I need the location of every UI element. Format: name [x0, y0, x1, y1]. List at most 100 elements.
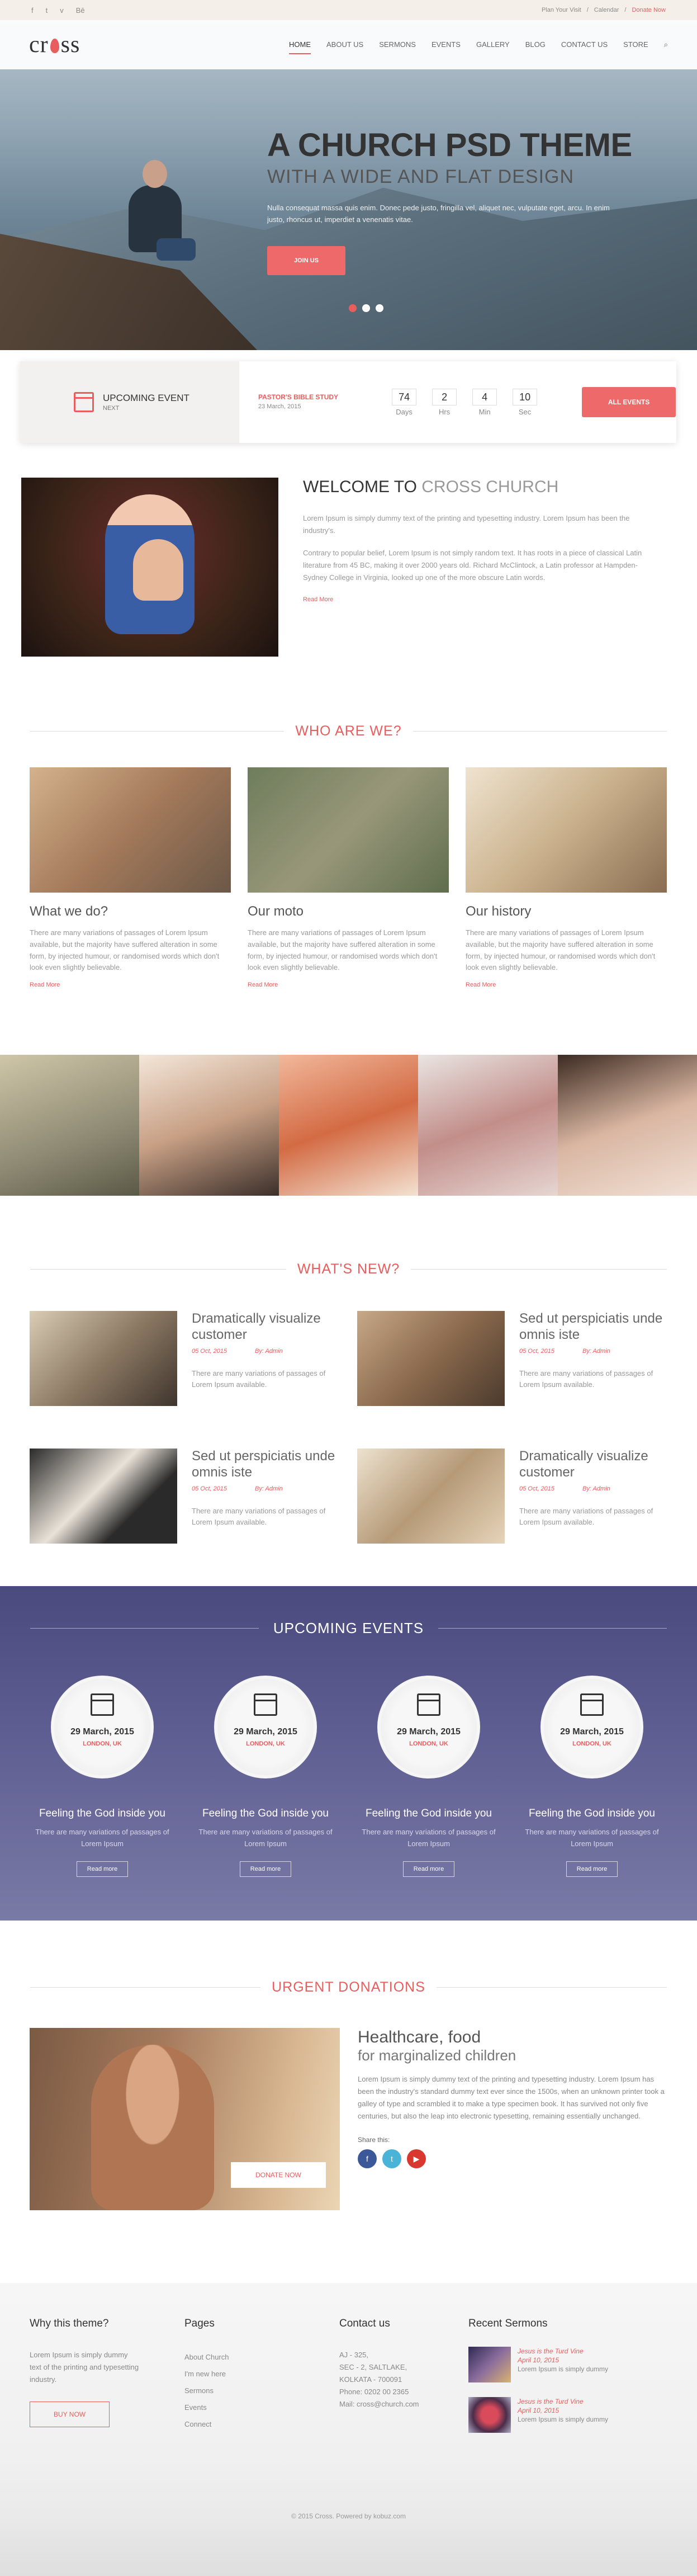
news-image[interactable]: [357, 1449, 505, 1544]
event-date-circle: 29 March, 2015 LONDON, UK: [51, 1676, 154, 1778]
nav-events[interactable]: EVENTS: [432, 36, 461, 54]
nav-home[interactable]: HOME: [289, 36, 311, 54]
news-image[interactable]: [30, 1311, 177, 1406]
footer-link[interactable]: Sermons: [184, 2382, 285, 2399]
top-bar: f t v Bē Plan Your Visit / Calendar / Do…: [0, 0, 697, 20]
nav-store[interactable]: STORE: [623, 36, 648, 54]
calendar-icon: [417, 1693, 440, 1716]
welcome-intro: Lorem Ipsum is simply dummy text of the …: [303, 514, 630, 535]
slider-dots: [349, 304, 383, 312]
slider-dot[interactable]: [376, 304, 383, 312]
footer-link[interactable]: I'm new here: [184, 2366, 285, 2382]
footer-heading: Pages: [184, 2318, 215, 2329]
photo-gallery-strip: [0, 1055, 697, 1196]
footer-link[interactable]: About Church: [184, 2349, 285, 2366]
welcome-read-more[interactable]: Read More: [303, 596, 661, 603]
news-date: 05 Oct, 2015: [192, 1347, 227, 1355]
read-more-link[interactable]: Read More: [30, 982, 231, 988]
countdown-days: 74 Days: [392, 388, 417, 416]
donate-link[interactable]: Donate Now: [632, 7, 666, 13]
countdown: 74 Days 2 Hrs 4 Min 10 Sec: [392, 388, 538, 416]
welcome-section: WELCOME TO CROSS CHURCH Lorem Ipsum is s…: [0, 478, 697, 657]
news-author[interactable]: By: Admin: [255, 1485, 283, 1492]
email[interactable]: Mail: cross@church.com: [339, 2400, 419, 2408]
gallery-photo[interactable]: [0, 1055, 140, 1196]
plan-visit-link[interactable]: Plan Your Visit: [542, 7, 581, 13]
event-card: 29 March, 2015 LONDON, UK Feeling the God…: [359, 1676, 499, 1877]
search-icon[interactable]: ⌕: [664, 36, 668, 54]
news-text: There are many variations of passages of…: [519, 1369, 653, 1389]
news-heading[interactable]: Dramatically visualize customer: [192, 1311, 340, 1343]
behance-icon[interactable]: Bē: [76, 6, 85, 15]
donations-section-heading: URGENT DONATIONS: [30, 1979, 667, 1995]
slider-dot[interactable]: [349, 304, 357, 312]
event-heading: Feeling the God inside you: [202, 1808, 329, 1819]
madonna-image: [21, 478, 278, 657]
news-author[interactable]: By: Admin: [582, 1485, 610, 1492]
event-read-more-button[interactable]: Read more: [566, 1861, 618, 1877]
upcoming-event-title: UPCOMING EVENT: [103, 393, 189, 403]
news-heading[interactable]: Sed ut perspiciatis unde omnis iste: [519, 1311, 667, 1343]
vimeo-icon[interactable]: v: [60, 6, 64, 15]
facebook-icon[interactable]: f: [31, 6, 34, 15]
sermon-thumbnail: [468, 2347, 511, 2382]
footer: Why this theme? Lorem Ipsum is simply du…: [0, 2283, 697, 2576]
news-item: Sed ut perspiciatis unde omnis iste 05 O…: [357, 1311, 667, 1406]
nav-gallery[interactable]: GALLERY: [476, 36, 510, 54]
calendar-link[interactable]: Calendar: [594, 7, 619, 13]
nav-about[interactable]: ABOUT US: [326, 36, 363, 54]
news-author[interactable]: By: Admin: [582, 1348, 610, 1355]
logo[interactable]: cr ss: [29, 31, 80, 58]
footer-why: Why this theme? Lorem Ipsum is simply du…: [30, 2318, 141, 2427]
nav-sermons[interactable]: SERMONS: [379, 36, 416, 54]
youtube-share-icon[interactable]: ▶: [407, 2149, 426, 2169]
forest-backdrop: [0, 2520, 697, 2576]
event-read-more-button[interactable]: Read more: [402, 1861, 455, 1877]
event-name[interactable]: PASTOR'S BIBLE STUDY: [258, 393, 338, 401]
donate-now-button[interactable]: DONATE NOW: [231, 2162, 326, 2188]
donation-subheading: for marginalized children: [358, 2047, 516, 2064]
news-heading[interactable]: Dramatically visualize customer: [519, 1449, 667, 1481]
event-read-more-button[interactable]: Read more: [239, 1861, 292, 1877]
who-column: Our moto There are many variations of pa…: [248, 767, 449, 988]
footer-link[interactable]: Connect: [184, 2416, 285, 2433]
news-item: Sed ut perspiciatis unde omnis iste 05 O…: [30, 1449, 340, 1544]
news-heading[interactable]: Sed ut perspiciatis unde omnis iste: [192, 1449, 340, 1481]
news-image[interactable]: [357, 1311, 505, 1406]
news-image[interactable]: [30, 1449, 177, 1544]
event-card: 29 March, 2015 LONDON, UK Feeling the God…: [522, 1676, 662, 1877]
donations-title: URGENT DONATIONS: [272, 1979, 425, 1995]
facebook-share-icon[interactable]: f: [358, 2149, 377, 2169]
child-image: DONATE NOW: [30, 2028, 340, 2210]
buy-now-button[interactable]: BUY NOW: [30, 2402, 110, 2427]
nav-blog[interactable]: BLOG: [525, 36, 546, 54]
upcoming-next: NEXT: [103, 405, 120, 412]
news-text: There are many variations of passages of…: [192, 1369, 326, 1389]
twitter-share-icon[interactable]: t: [382, 2149, 401, 2169]
nav-contact[interactable]: CONTACT US: [561, 36, 608, 54]
event-date-circle: 29 March, 2015 LONDON, UK: [214, 1676, 317, 1778]
news-author[interactable]: By: Admin: [255, 1348, 283, 1355]
all-events-button[interactable]: ALL EVENTS: [582, 387, 676, 417]
events-heading: UPCOMING EVENTS: [30, 1620, 667, 1637]
gallery-photo[interactable]: [139, 1055, 279, 1196]
twitter-icon[interactable]: t: [46, 6, 48, 15]
sermon-item[interactable]: Jesus is the Turd Vine April 10, 2015 Lore…: [468, 2347, 653, 2382]
footer-link[interactable]: Events: [184, 2399, 285, 2416]
read-more-link[interactable]: Read More: [466, 982, 667, 988]
event-read-more-button[interactable]: Read more: [76, 1861, 129, 1877]
countdown-hours: 2 Hrs: [432, 388, 457, 416]
gallery-photo[interactable]: [418, 1055, 558, 1196]
event-text: There are many variations of passages of…: [198, 1828, 333, 1848]
read-more-link[interactable]: Read More: [248, 982, 449, 988]
sermon-item[interactable]: Jesus is the Turd Vine April 10, 2015 Lore…: [468, 2397, 653, 2433]
slider-dot[interactable]: [362, 304, 370, 312]
event-date-circle: 29 March, 2015 LONDON, UK: [377, 1676, 480, 1778]
main-navbar: cr ss HOME ABOUT US SERMONS EVENTS GALLER…: [0, 20, 697, 69]
gallery-photo[interactable]: [278, 1055, 419, 1196]
column-heading: What we do?: [30, 904, 108, 919]
event-card: 29 March, 2015 LONDON, UK Feeling the God…: [196, 1676, 335, 1877]
gallery-photo[interactable]: [557, 1055, 697, 1196]
join-us-button[interactable]: JOIN US: [267, 246, 345, 275]
events-title: UPCOMING EVENTS: [273, 1620, 424, 1636]
